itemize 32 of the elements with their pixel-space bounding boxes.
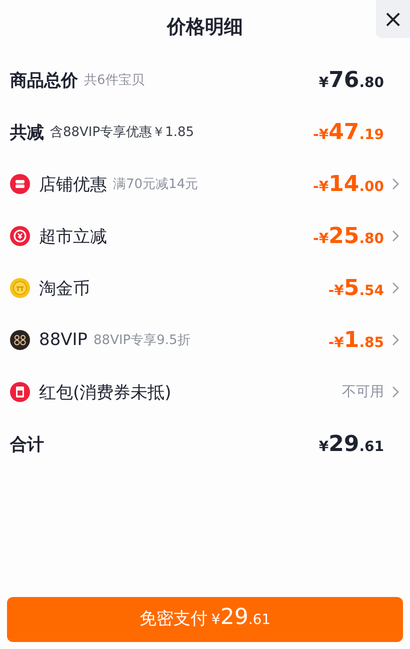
- discount-label: 店铺优惠: [39, 174, 107, 196]
- status-text: 不可用: [342, 383, 384, 401]
- dialog-title: 价格明细: [167, 15, 243, 40]
- coin-icon: [10, 278, 30, 298]
- chevron-icon: [390, 334, 400, 346]
- discount-note: 含88VIP专享优惠￥1.85: [50, 124, 194, 141]
- total-amount: ¥29.61: [318, 432, 384, 456]
- row-label: 共减: [10, 122, 44, 144]
- discount-amount: -¥1.85: [328, 328, 384, 352]
- discount-label: 超市立减: [39, 226, 107, 248]
- envelope-icon: [10, 382, 30, 402]
- chevron-icon: [390, 282, 400, 294]
- discount-amount: -¥5.54: [328, 276, 384, 300]
- store-icon: [10, 174, 30, 194]
- row-label: 商品总价: [10, 70, 78, 92]
- discount-note: 满70元减14元: [113, 176, 198, 193]
- discount-label: 88VIP: [39, 330, 88, 350]
- close-button[interactable]: ×: [376, 0, 410, 38]
- discount-note: 88VIP专享9.5折: [94, 332, 190, 349]
- chevron-icon: [390, 386, 400, 398]
- chevron-icon: [390, 178, 400, 190]
- yuan-coin-icon: [10, 226, 30, 246]
- price-amount: ¥76.80: [318, 68, 384, 92]
- vip-badge-icon: [10, 330, 30, 350]
- discount-amount: -¥25.80: [313, 224, 384, 248]
- total-label: 合计: [10, 434, 44, 456]
- discount-amount: -¥47.19: [313, 120, 384, 144]
- item-count: 共6件宝贝: [84, 72, 144, 89]
- discount-amount: -¥14.00: [313, 172, 384, 196]
- discount-label: 淘金币: [39, 278, 90, 300]
- chevron-icon: [390, 230, 400, 242]
- discount-label: 红包(消费券未抵): [39, 382, 172, 404]
